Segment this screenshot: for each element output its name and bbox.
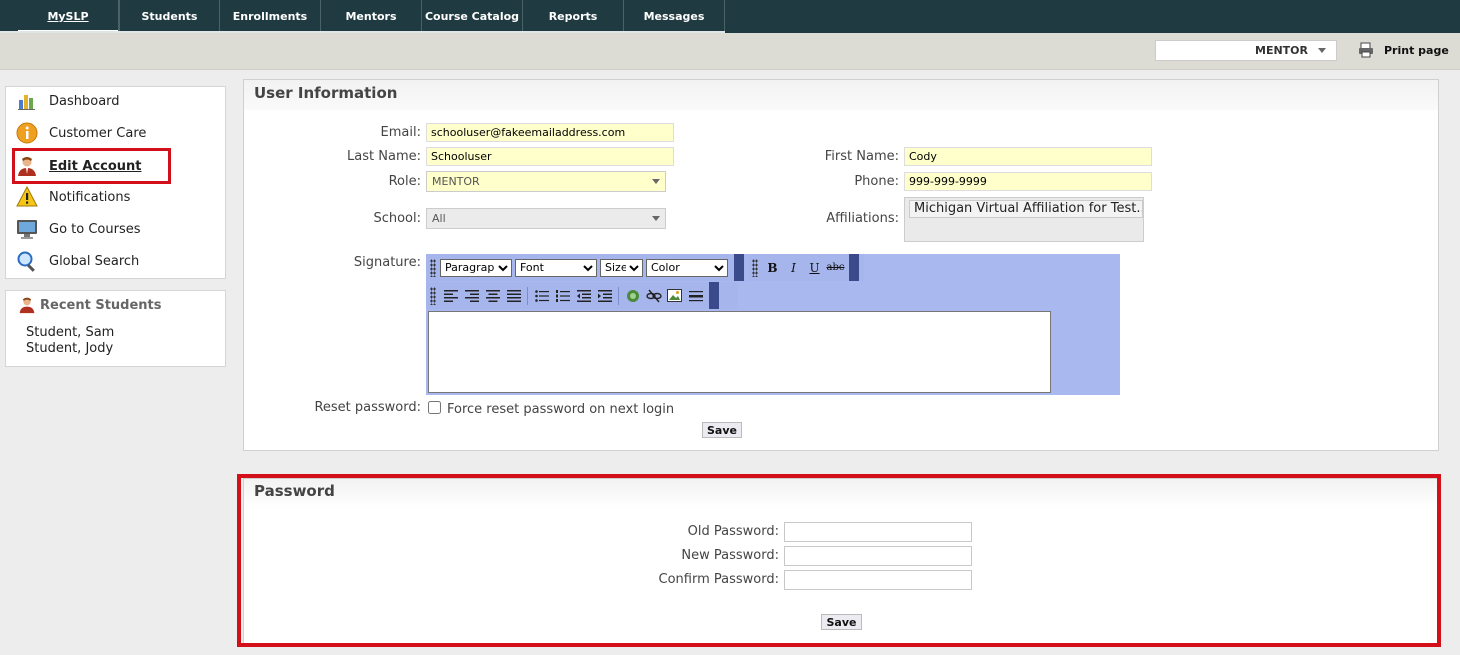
force-reset-checkbox[interactable] — [428, 401, 441, 414]
warning-icon — [16, 186, 38, 208]
nav-mentors[interactable]: Mentors — [321, 0, 422, 33]
role-select[interactable]: MENTOR — [426, 171, 666, 192]
nav-myslp[interactable]: MySLP — [18, 0, 119, 33]
phone-label: Phone: — [854, 174, 899, 189]
info-icon — [16, 122, 38, 144]
color-select[interactable]: Color — [646, 258, 728, 277]
unlink-icon[interactable] — [643, 286, 664, 306]
role-switcher-select[interactable]: MENTOR — [1155, 40, 1337, 61]
recent-students-label: Recent Students — [40, 297, 162, 313]
magnifier-icon — [16, 250, 38, 272]
school-label: School: — [373, 211, 421, 226]
user-icon — [19, 297, 35, 314]
email-field[interactable]: schooluser@fakeemailaddress.com — [426, 123, 674, 142]
sidebar-item-notifications[interactable]: Notifications — [16, 185, 130, 209]
role-label: Role: — [388, 174, 421, 189]
sidebar-item-go-to-courses[interactable]: Go to Courses — [16, 217, 141, 241]
chevron-down-icon — [652, 216, 660, 221]
strikethrough-button[interactable]: abc — [825, 258, 846, 278]
toolbar-overflow[interactable] — [709, 282, 719, 309]
edit-account-highlight — [12, 148, 171, 184]
role-switcher-value: MENTOR — [1255, 44, 1308, 57]
top-navigation: MySLP Students Enrollments Mentors Cours… — [0, 0, 1460, 33]
password-highlight — [237, 474, 1441, 647]
signature-text-area[interactable] — [428, 311, 1051, 393]
underline-button[interactable]: U — [804, 258, 825, 278]
editor-toolbar-format: Paragraph Font Size Color — [426, 254, 746, 281]
signature-label: Signature: — [353, 255, 421, 270]
chevron-down-icon — [652, 179, 660, 184]
editor-toolbar-style: B I U abc — [748, 254, 864, 281]
last-name-label: Last Name: — [347, 149, 421, 164]
insert-image-icon[interactable] — [664, 286, 685, 306]
last-name-field[interactable]: Schooluser — [426, 147, 674, 166]
reset-password-label: Reset password: — [314, 400, 421, 415]
sidebar-item-label: Go to Courses — [49, 221, 141, 237]
toolbar-separator — [527, 286, 528, 305]
nav-students[interactable]: Students — [119, 0, 220, 33]
force-reset-label: Force reset password on next login — [447, 402, 675, 417]
align-right-icon[interactable] — [461, 286, 482, 306]
outdent-icon[interactable] — [573, 286, 594, 306]
chevron-down-icon — [1318, 48, 1326, 53]
horizontal-rule-icon[interactable] — [685, 286, 706, 306]
save-user-info-button[interactable]: Save — [702, 422, 742, 438]
monitor-icon — [16, 218, 38, 240]
nav-enrollments[interactable]: Enrollments — [220, 0, 321, 33]
signature-editor: Paragraph Font Size Color B I U abc — [426, 254, 1120, 395]
bullet-list-icon[interactable] — [531, 286, 552, 306]
affiliations-label: Affiliations: — [826, 211, 899, 226]
first-name-label: First Name: — [824, 149, 899, 164]
sidebar-item-customer-care[interactable]: Customer Care — [16, 121, 146, 145]
indent-icon[interactable] — [594, 286, 615, 306]
panel-header — [244, 80, 1438, 110]
email-label: Email: — [380, 125, 421, 140]
recent-students-title: Recent Students — [18, 296, 162, 314]
sidebar-item-label: Customer Care — [49, 125, 147, 141]
school-select[interactable]: All — [426, 208, 666, 229]
align-left-icon[interactable] — [440, 286, 461, 306]
toolbar-grip[interactable] — [752, 258, 758, 277]
nav-reports[interactable]: Reports — [523, 0, 624, 33]
first-name-field[interactable]: Cody — [904, 147, 1152, 166]
size-select[interactable]: Size — [600, 258, 643, 277]
numbered-list-icon[interactable] — [552, 286, 573, 306]
dashboard-chart-icon — [16, 90, 38, 112]
nav-course-catalog[interactable]: Course Catalog — [422, 0, 523, 33]
role-select-value: MENTOR — [432, 175, 480, 188]
align-center-icon[interactable] — [482, 286, 503, 306]
recent-student-link[interactable]: Student, Jody — [26, 341, 113, 356]
sidebar-item-label: Global Search — [49, 253, 140, 269]
sidebar-item-dashboard[interactable]: Dashboard — [16, 89, 120, 113]
paragraph-select[interactable]: Paragraph — [440, 258, 512, 277]
editor-toolbar-layout — [426, 282, 738, 309]
align-justify-icon[interactable] — [503, 286, 524, 306]
toolbar-grip[interactable] — [430, 286, 436, 305]
toolbar-overflow[interactable] — [849, 254, 859, 281]
print-page-link[interactable]: Print page — [1358, 42, 1449, 58]
recent-student-link[interactable]: Student, Sam — [26, 325, 114, 340]
toolbar-overflow[interactable] — [734, 254, 744, 281]
font-select[interactable]: Font — [515, 258, 597, 277]
insert-link-icon[interactable] — [622, 286, 643, 306]
nav-messages[interactable]: Messages — [624, 0, 725, 33]
bold-button[interactable]: B — [762, 258, 783, 278]
print-page-label: Print page — [1384, 43, 1449, 57]
school-select-value: All — [432, 212, 446, 225]
sidebar-item-label: Dashboard — [49, 93, 120, 109]
printer-icon — [1359, 42, 1373, 58]
toolbar-grip[interactable] — [430, 258, 436, 277]
affiliations-list[interactable]: Michigan Virtual Affiliation for Test... — [904, 197, 1144, 242]
sidebar-item-label: Notifications — [49, 189, 131, 205]
italic-button[interactable]: I — [783, 258, 804, 278]
affiliation-item[interactable]: Michigan Virtual Affiliation for Test... — [909, 200, 1143, 218]
phone-field[interactable]: 999-999-9999 — [904, 172, 1152, 191]
toolbar-separator — [618, 286, 619, 305]
user-information-title: User Information — [254, 84, 398, 102]
sidebar-item-global-search[interactable]: Global Search — [16, 249, 139, 273]
